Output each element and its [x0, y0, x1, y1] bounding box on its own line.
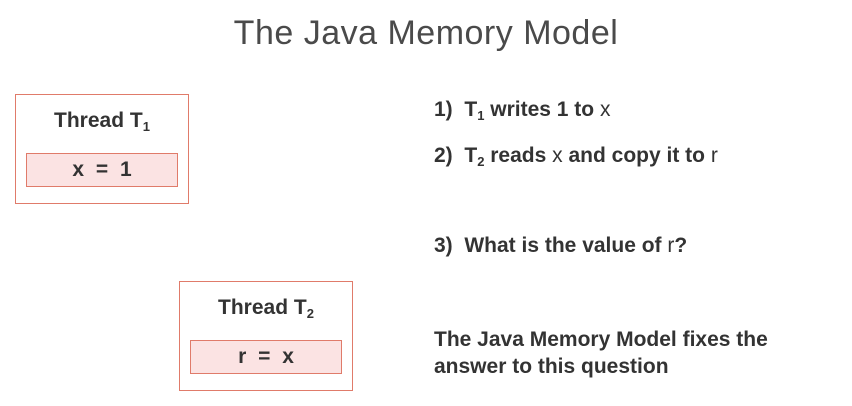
thread-t2-title: Thread T2	[180, 296, 352, 321]
thread-t2-label: Thread T	[218, 296, 307, 319]
step-1-number: 1)	[434, 98, 453, 121]
step-2-number: 2)	[434, 144, 453, 167]
step-1-subject: T	[464, 98, 478, 121]
conclusion-text: The Java Memory Model fixes the answer t…	[434, 328, 768, 378]
step-3-text-a: What is the value of	[464, 234, 668, 257]
thread-t2-subscript: 2	[306, 306, 314, 321]
slide: The Java Memory Model Thread T1 x = 1 Th…	[0, 0, 852, 406]
step-2-text-b: and copy it to	[562, 144, 711, 167]
thread-t2-box: Thread T2 r = x	[179, 281, 353, 391]
step-1: 1) T1 writes 1 to x	[434, 98, 610, 123]
thread-t1-label: Thread T	[54, 109, 143, 132]
slide-title: The Java Memory Model	[233, 14, 619, 52]
step-1-text: writes 1 to	[484, 98, 600, 121]
step-1-variable: x	[599, 98, 611, 121]
step-2: 2) T2 reads x and copy it to r	[434, 144, 718, 169]
step-2-text-a: reads	[484, 144, 553, 167]
step-3: 3) What is the value of r?	[434, 234, 687, 258]
thread-t1-subscript: 1	[142, 119, 150, 134]
step-2-variable-b: r	[710, 144, 718, 167]
thread-t1-code: x = 1	[26, 153, 178, 187]
step-3-number: 3)	[434, 234, 453, 257]
thread-t2-code: r = x	[190, 340, 342, 374]
step-3-text-b: ?	[674, 234, 688, 257]
step-2-subject: T	[464, 144, 478, 167]
thread-t1-title: Thread T1	[16, 109, 188, 134]
thread-t1-box: Thread T1 x = 1	[15, 94, 189, 204]
step-2-variable-a: x	[552, 144, 563, 167]
